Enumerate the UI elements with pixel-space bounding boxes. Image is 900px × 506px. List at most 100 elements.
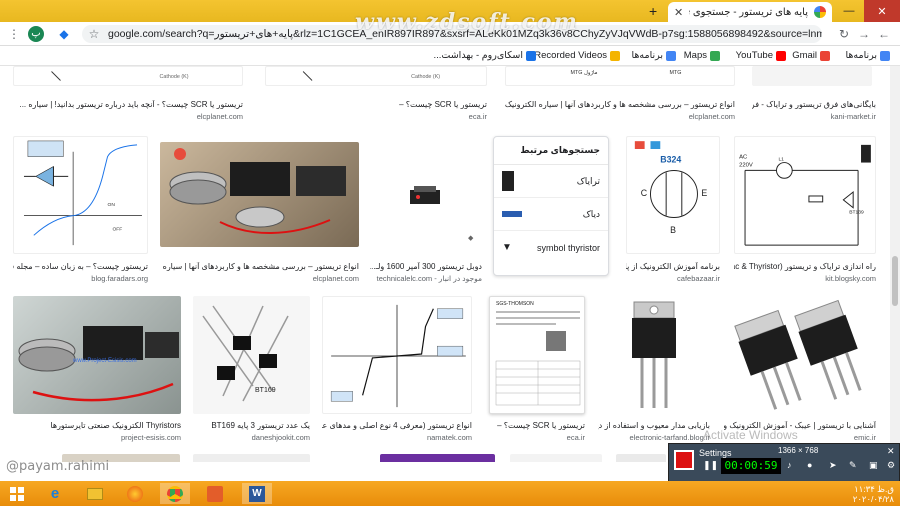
result-image[interactable]: [598, 296, 710, 414]
pause-icon[interactable]: ❚❚: [703, 460, 718, 471]
bookmark-youtube[interactable]: YouTube: [736, 50, 786, 61]
word-icon: W: [249, 485, 265, 502]
svg-text:220V: 220V: [739, 162, 753, 168]
scrollbar-thumb[interactable]: [892, 256, 898, 306]
result-image[interactable]: [510, 454, 602, 462]
result-image[interactable]: [724, 296, 876, 414]
result-caption[interactable]: انواع تریستور – بررسی مشخصه ها و کاربرده…: [505, 100, 735, 109]
result-image[interactable]: [322, 296, 472, 414]
mic-icon[interactable]: ●: [807, 460, 812, 470]
result-caption[interactable]: بازیابی مدار معیوب و استفاده از دیود...: [598, 421, 710, 430]
pdf-button[interactable]: [200, 483, 230, 504]
result-image[interactable]: [380, 454, 495, 462]
svg-text:OFF: OFF: [112, 226, 122, 232]
folder-icon: [87, 487, 103, 500]
thyristor-symbol-icon: ▼: [502, 242, 512, 253]
result-image[interactable]: ON OFF: [13, 136, 148, 254]
result-source: technicalelc.com - موجود در انبار: [376, 274, 482, 283]
profile-avatar[interactable]: پ: [28, 26, 44, 42]
result-source: project-esisis.com: [120, 433, 181, 442]
result-image[interactable]: MTG ماژول MTG: [505, 66, 735, 86]
result-source: eca.ir: [468, 112, 487, 121]
forward-icon[interactable]: →: [856, 26, 872, 42]
result-image[interactable]: [752, 66, 872, 86]
result-image[interactable]: [193, 454, 310, 462]
bookmark-apps[interactable]: برنامه‌ها: [845, 50, 890, 61]
result-source: kani-market.ir: [830, 112, 876, 121]
result-caption[interactable]: یک عدد تریستور 3 پایه BT169: [193, 421, 310, 430]
result-image[interactable]: B324 C E B: [626, 136, 720, 254]
svg-text:www.Project-Esisis.com: www.Project-Esisis.com: [72, 358, 137, 364]
result-caption[interactable]: برنامه آموزش الکترونیک از پایه...: [626, 262, 720, 271]
tab-search[interactable]: پایه های تریستور - جستجوی Google ✕: [668, 2, 832, 22]
related-item-diac[interactable]: دیاک: [494, 198, 608, 231]
bookmarks-bar: برنامه‌ها Gmail YouTube Maps برنامه‌ها R…: [0, 46, 900, 66]
google-icon: [814, 6, 826, 18]
tab-close-icon[interactable]: ✕: [674, 6, 683, 19]
clock-time: ۱۱:۳۴ ق.ظ: [854, 484, 894, 494]
result-image[interactable]: Cathode (K): [13, 66, 243, 86]
pen-icon[interactable]: ✎: [849, 460, 857, 471]
bookmark-recorded-videos[interactable]: Recorded Videos: [534, 50, 620, 61]
clock-date: ۲۰۲۰/۰۴/۲۸: [852, 494, 894, 504]
record-stop-button[interactable]: [674, 450, 694, 470]
result-source: blog.faradars.org: [91, 274, 148, 283]
windows-icon: [10, 486, 24, 501]
firefox-button[interactable]: [120, 483, 150, 504]
result-image[interactable]: ◆: [370, 142, 480, 247]
result-caption[interactable]: تریستور یا SCR چیست؟ –: [489, 421, 585, 430]
result-caption[interactable]: تریستور چیست؟ – به زبان ساده – مجله فراد…: [13, 262, 148, 271]
folder-icon[interactable]: ▣: [869, 460, 878, 471]
volume-icon[interactable]: ♪: [787, 460, 792, 470]
recording-resolution: 1366 × 768: [778, 446, 819, 455]
bookmark-maps[interactable]: Maps: [684, 50, 720, 61]
result-image[interactable]: www.Project-Esisis.com: [13, 296, 181, 414]
bookmark-gmail[interactable]: Gmail: [792, 50, 830, 61]
related-item-symbol-thyristor[interactable]: ▼ symbol thyristor: [494, 231, 608, 264]
result-caption[interactable]: دوبل تریستور 300 آمپر 1600 ولـ...: [370, 262, 482, 271]
extension-icon[interactable]: ◆: [56, 26, 72, 42]
close-window-button[interactable]: ✕: [864, 0, 900, 22]
bookmark-star-icon[interactable]: ☆: [86, 26, 102, 42]
result-caption[interactable]: انواع تریستور – بررسی مشخصه ها و کاربرده…: [160, 262, 359, 271]
close-recorder-icon[interactable]: ✕: [887, 446, 895, 457]
file-explorer-button[interactable]: [80, 483, 110, 504]
bookmark-apps-2[interactable]: برنامه‌ها: [631, 50, 676, 61]
cursor-icon[interactable]: ➤: [829, 460, 837, 471]
result-caption[interactable]: راه اندازی ترایاک و تریستور (Triac & Thy…: [734, 262, 876, 271]
taskbar-clock[interactable]: ۱۱:۳۴ ق.ظ ۲۰۲۰/۰۴/۲۸: [853, 484, 894, 504]
youtube-icon: [776, 50, 786, 61]
result-caption[interactable]: بایگانی‌های فرق تریستور و ترایاک - فروش.…: [752, 100, 876, 109]
scrollbar-track[interactable]: [890, 66, 900, 462]
result-image[interactable]: [616, 454, 666, 462]
result-source: namatek.com: [426, 433, 472, 442]
minimize-button[interactable]: —: [834, 0, 864, 22]
chrome-button[interactable]: [160, 483, 190, 504]
reload-icon[interactable]: ↻: [836, 26, 852, 42]
gear-icon[interactable]: ⚙: [887, 460, 895, 471]
word-button[interactable]: W: [242, 483, 272, 504]
settings-label[interactable]: Settings: [699, 448, 732, 458]
chrome-icon: [167, 485, 183, 502]
result-image[interactable]: [160, 142, 359, 247]
bookmark-skyroom[interactable]: اسکای‌روم - بهداشت...: [433, 50, 536, 61]
ie-button[interactable]: e: [40, 483, 70, 504]
result-caption[interactable]: تریستور یا SCR چیست؟ - آنچه باید درباره …: [13, 100, 243, 109]
result-image[interactable]: BT169: [193, 296, 310, 414]
result-source: eca.ir: [566, 433, 585, 442]
new-tab-button[interactable]: +: [649, 3, 657, 19]
svg-text:BT169: BT169: [255, 387, 276, 394]
related-item-triac[interactable]: ترایاک: [494, 165, 608, 198]
svg-text:Cathode (K): Cathode (K): [160, 74, 189, 80]
result-image[interactable]: SGS-THOMSON: [489, 296, 585, 414]
result-caption[interactable]: انواع تریستور (معرفی 4 نوع اصلی و مدهای …: [322, 421, 472, 430]
result-caption[interactable]: Thyristors الکترونیک صنعتی تایرستورها: [13, 421, 181, 430]
result-caption[interactable]: تریستور یا SCR چیست؟ –: [265, 100, 487, 109]
menu-dots-icon[interactable]: ⋮: [6, 26, 22, 42]
back-icon[interactable]: ←: [876, 26, 892, 42]
result-image[interactable]: Cathode (K): [265, 66, 487, 86]
result-image[interactable]: AC 220V L1 BT139: [734, 136, 876, 254]
firefox-icon: [127, 485, 143, 502]
svg-text:◆: ◆: [468, 235, 474, 242]
start-button[interactable]: [2, 483, 32, 504]
